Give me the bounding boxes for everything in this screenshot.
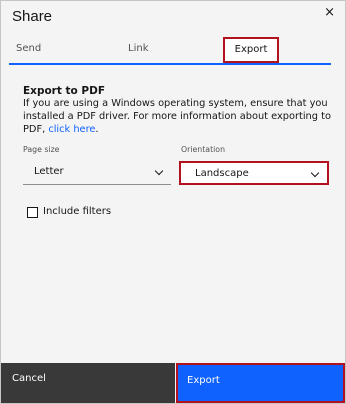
page-size-label: Page size xyxy=(23,145,60,154)
description-end: . xyxy=(95,124,99,135)
dialog-title: Share xyxy=(12,8,53,25)
page-size-select[interactable]: Letter xyxy=(23,161,171,185)
tab-link[interactable]: Link xyxy=(128,37,148,61)
orientation-label: Orientation xyxy=(181,145,226,154)
orientation-value: Landscape xyxy=(195,168,249,179)
click-here-link[interactable]: click here xyxy=(48,124,95,135)
cancel-button[interactable]: Cancel xyxy=(1,363,175,403)
tab-send[interactable]: Send xyxy=(16,37,41,61)
tab-export[interactable]: Export xyxy=(223,37,279,63)
export-pdf-description: If you are using a Windows operating sys… xyxy=(23,97,335,136)
close-icon[interactable]: × xyxy=(324,6,335,19)
chevron-down-icon xyxy=(154,166,164,176)
tab-list: Send Link Export xyxy=(9,37,331,65)
checkbox-icon[interactable] xyxy=(27,207,38,218)
include-filters-label: Include filters xyxy=(43,206,112,217)
share-dialog: Share × Send Link Export Export to PDF I… xyxy=(0,0,346,404)
orientation-select[interactable]: Landscape xyxy=(179,161,329,185)
dialog-footer: Cancel Export xyxy=(1,363,345,403)
chevron-down-icon xyxy=(310,168,320,178)
export-pdf-heading: Export to PDF xyxy=(23,85,106,97)
export-button[interactable]: Export xyxy=(176,363,345,403)
page-size-value: Letter xyxy=(34,166,64,177)
